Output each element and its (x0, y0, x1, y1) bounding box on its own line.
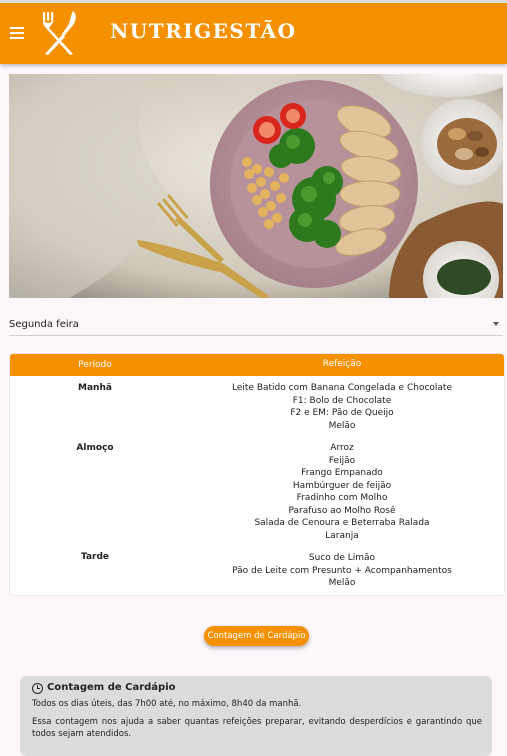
row-period: Almoço (76, 443, 114, 453)
day-select[interactable]: Segunda feira (9, 313, 503, 336)
count-menu-button[interactable]: Contagem de Cardápio (204, 626, 309, 646)
fork-knife-icon (43, 11, 76, 55)
info-description: Essa contagem nos ajuda a saber quantas … (32, 717, 482, 739)
meal-item: F2 e EM: Pão de Queijo (290, 408, 394, 418)
top-app-bar: NUTRIGESTÃO (0, 0, 507, 64)
hero-food-image (9, 74, 503, 298)
info-schedule: Todos os dias úteis, das 7h00 até, no má… (32, 699, 302, 709)
status-strip (0, 0, 507, 3)
chevron-down-icon (493, 322, 499, 326)
header-period: Período (78, 360, 112, 370)
meal-item: Parafuso ao Molho Rosê (288, 505, 396, 516)
meal-item: Melão (328, 420, 356, 431)
menu-table: Período Refeição Manhã Leite Batido com … (9, 353, 505, 596)
row-period: Tarde (80, 552, 110, 562)
app-title: NUTRIGESTÃO (110, 19, 297, 43)
meal-item: Suco de Limão (308, 553, 376, 563)
row-meals: Leite Batido com Banana Congelada e Choc… (180, 382, 504, 432)
meal-item: Salada de Cenoura e Beterraba Ralada (254, 518, 430, 528)
meal-item: Feijão (328, 455, 356, 466)
meal-item: Fradinho com Molho (296, 493, 388, 503)
meal-item: Frango Empanado (301, 468, 383, 478)
row-meals: Arroz Feijão Frango Empanado Hambúrguer … (180, 442, 504, 542)
meal-item: Melão (328, 578, 356, 588)
meal-item: Arroz (330, 443, 354, 453)
row-period: Manhã (78, 383, 112, 393)
meal-item: Leite Batido com Banana Congelada e Choc… (232, 383, 452, 393)
header-meal: Refeição (322, 359, 362, 369)
info-title: Contagem de Cardápio (47, 682, 176, 693)
clock-icon (32, 683, 43, 694)
meal-item: Pão de Leite com Presunto + Acompanhamen… (232, 565, 452, 576)
meal-item: Hambúrguer de feijão (292, 480, 392, 491)
table-header: Período Refeição (10, 354, 504, 376)
day-select-value: Segunda feira (9, 319, 79, 330)
hamburger-menu-icon[interactable] (10, 27, 24, 39)
info-card: Contagem de Cardápio Todos os dias úteis… (20, 676, 492, 756)
meal-item: Laranja (325, 530, 359, 541)
row-meals: Suco de Limão Pão de Leite com Presunto … (180, 552, 504, 590)
meal-item: F1: Bolo de Chocolate (292, 395, 392, 406)
